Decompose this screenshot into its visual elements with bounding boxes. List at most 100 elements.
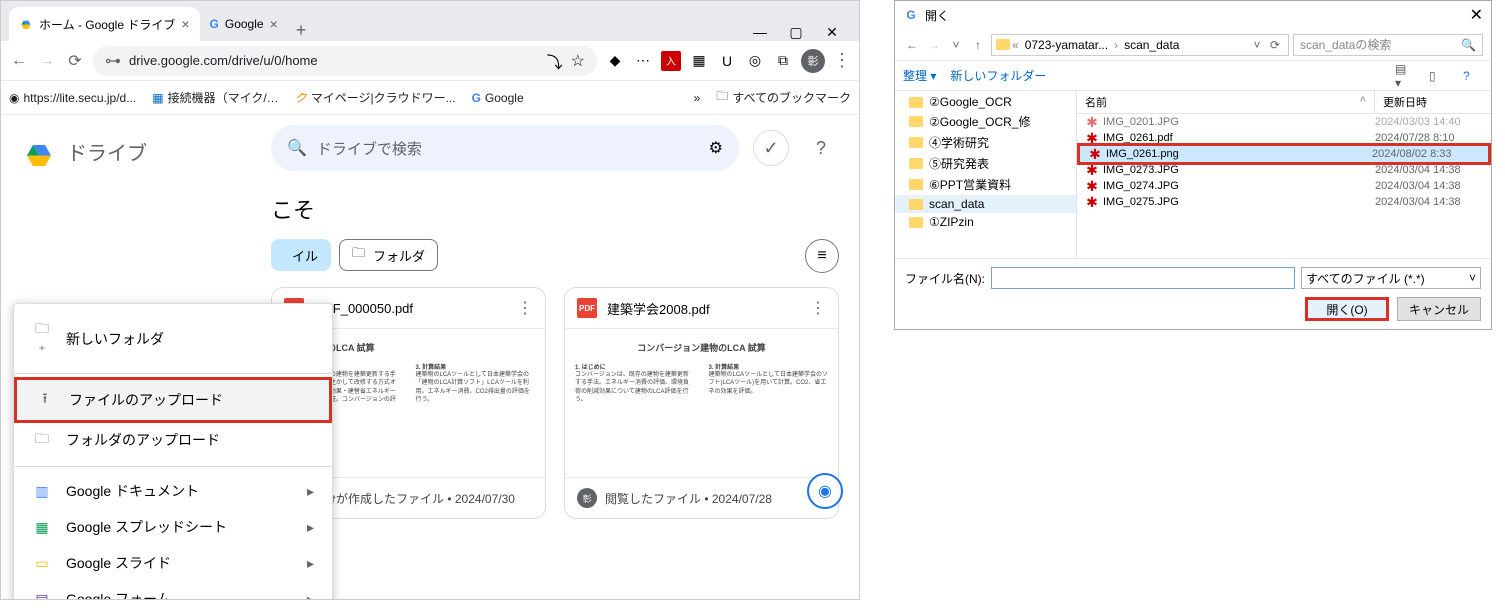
site-info-icon[interactable]: ⊶ (105, 51, 121, 71)
search-options-icon[interactable]: ⚙ (709, 138, 723, 158)
site-icon: ク (295, 89, 307, 106)
menu-folder-upload[interactable]: 🗀フォルダのアップロード (14, 420, 332, 460)
bookmark-overflow[interactable]: » (694, 91, 701, 105)
card-menu-icon[interactable]: ⋮ (810, 298, 826, 318)
bookmark-item[interactable]: ▦接続機器（マイク/… (152, 89, 278, 106)
address-bar: ← → ⟳ ⊶ drive.google.com/drive/u/0/home … (1, 41, 859, 81)
support-icon[interactable]: ? (803, 130, 839, 166)
filename-label: ファイル名(N): (905, 270, 985, 287)
file-card[interactable]: PDF 建築学会2008.pdf ⋮ コンバージョン建物のLCA 試算 1. は… (564, 287, 839, 519)
column-date[interactable]: 更新日時 (1375, 91, 1491, 113)
url-text: drive.google.com/drive/u/0/home (129, 53, 318, 68)
help-icon[interactable]: ? (1463, 69, 1483, 83)
tree-item[interactable]: ①ZIPzin (895, 213, 1076, 231)
file-row[interactable]: ✱IMG_0274.JPG2024/03/04 14:38 (1077, 178, 1491, 194)
close-tab-icon[interactable]: × (270, 16, 278, 32)
maximize-icon[interactable]: ▢ (787, 24, 805, 41)
new-folder-button[interactable]: 新しいフォルダー (950, 67, 1046, 84)
folder-tree: ②Google_OCR ②Google_OCR_修 ④学術研究 ⑤研究発表 ⑥P… (895, 91, 1077, 258)
up-icon[interactable]: ˅ (947, 38, 965, 52)
card-menu-icon[interactable]: ⋮ (517, 298, 533, 318)
chevron-right-icon: ▸ (307, 483, 314, 500)
ready-offline-icon[interactable]: ✓ (753, 130, 789, 166)
image-file-icon: ✱ (1085, 163, 1099, 177)
drive-search-input[interactable]: 🔍 ドライブで検索 ⚙ (271, 125, 739, 171)
layout-toggle-icon[interactable]: ≡ (805, 239, 839, 273)
file-row[interactable]: ✱IMG_0275.JPG2024/03/04 14:38 (1077, 194, 1491, 210)
file-row-selected[interactable]: ✱IMG_0261.png2024/08/02 8:33 (1077, 143, 1491, 165)
column-name[interactable]: 名前 ˄ (1077, 91, 1375, 113)
preview-pane-icon[interactable]: ▯ (1429, 69, 1449, 83)
cancel-button[interactable]: キャンセル (1397, 297, 1481, 321)
menu-google-docs[interactable]: ▥Google ドキュメント▸ (14, 473, 332, 509)
organize-dropdown[interactable]: 整理 ▾ (903, 67, 936, 84)
tab-drive[interactable]: ホーム - Google ドライブ × (9, 7, 200, 41)
chip-folder[interactable]: 🗀フォルダ (339, 239, 438, 271)
back-icon[interactable]: ← (903, 38, 921, 52)
folder-upload-icon: 🗀 (32, 428, 52, 452)
ext1-icon[interactable]: ◆ (605, 51, 625, 71)
filename-input[interactable] (991, 267, 1295, 289)
profile-avatar[interactable]: 彰 (801, 49, 825, 73)
file-row[interactable]: ✱IMG_0201.JPG2024/03/03 14:40 (1077, 114, 1491, 130)
menu-google-sheets[interactable]: ▦Google スプレッドシート▸ (14, 509, 332, 545)
filetype-select[interactable]: すべてのファイル (*.*)˅ (1301, 267, 1481, 289)
folder-icon (909, 179, 923, 190)
drive-logo[interactable]: ドライブ (9, 127, 243, 175)
view-mode-icon[interactable]: ▤ ▾ (1395, 62, 1415, 90)
chrome-menu-icon[interactable]: ⋮ (833, 50, 851, 71)
dialog-titlebar: G 開く ✕ (895, 1, 1491, 29)
back-icon[interactable]: ← (9, 52, 29, 70)
install-app-icon[interactable]: ⤵ (547, 49, 563, 73)
browser-tabs: ホーム - Google ドライブ × G Google × + — ▢ ✕ (1, 1, 859, 41)
url-input[interactable]: ⊶ drive.google.com/drive/u/0/home ⤵ ☆ (93, 46, 597, 76)
dialog-title: 開く (925, 7, 949, 24)
menu-google-slides[interactable]: ▭Google スライド▸ (14, 545, 332, 581)
chrome-window: ホーム - Google ドライブ × G Google × + — ▢ ✕ ←… (0, 0, 860, 600)
menu-file-upload[interactable]: ⭱ファイルのアップロード (14, 377, 332, 423)
bookmark-item[interactable]: クマイページ|クラウドワー... (295, 89, 456, 106)
menu-google-forms[interactable]: ▤Google フォーム▸ (14, 581, 332, 599)
all-bookmarks[interactable]: 🗀すべてのブックマーク (716, 87, 851, 108)
up-folder-icon[interactable]: ↑ (969, 38, 987, 52)
tree-item[interactable]: ②Google_OCR (895, 93, 1076, 111)
ext7-icon[interactable]: ⧉ (773, 51, 793, 71)
tree-item[interactable]: ⑤研究発表 (895, 153, 1076, 174)
bookmark-item[interactable]: ◉https://lite.secu.jp/d... (9, 91, 136, 105)
minimize-icon[interactable]: — (751, 24, 769, 41)
tree-item[interactable]: ②Google_OCR_修 (895, 111, 1076, 132)
close-tab-icon[interactable]: × (181, 16, 189, 32)
bookmarks-bar: ◉https://lite.secu.jp/d... ▦接続機器（マイク/… ク… (1, 81, 859, 115)
tree-item[interactable]: ⑥PPT営業資料 (895, 174, 1076, 195)
bookmark-star-icon[interactable]: ☆ (571, 51, 585, 71)
tree-item[interactable]: ④学術研究 (895, 132, 1076, 153)
ext4-icon[interactable]: ▦ (689, 51, 709, 71)
forward-icon[interactable]: → (925, 38, 943, 52)
open-button[interactable]: 開く(O) (1305, 297, 1389, 321)
pdf-preview: コンバージョン建物のLCA 試算 1. はじめに コンバージョンは、既存の建物を… (565, 328, 838, 478)
ext2-icon[interactable]: ⋯ (633, 51, 653, 71)
dialog-footer: ファイル名(N): すべてのファイル (*.*)˅ 開く(O) キャンセル (895, 258, 1491, 329)
chip-file[interactable]: イル (271, 239, 331, 271)
tree-item-selected[interactable]: scan_data (895, 195, 1076, 213)
chevron-down-icon[interactable]: ˅ (1248, 38, 1266, 52)
refresh-icon[interactable]: ⟳ (1266, 38, 1284, 52)
reload-icon[interactable]: ⟳ (65, 51, 85, 71)
ai-assistant-fab[interactable]: ◉ (807, 473, 843, 509)
docs-icon: ▥ (32, 483, 52, 500)
drive-favicon-icon (19, 16, 33, 33)
bookmark-item[interactable]: GGoogle (472, 91, 524, 105)
ext5-icon[interactable]: U (717, 51, 737, 71)
new-tab-button[interactable]: + (288, 20, 315, 41)
close-window-icon[interactable]: ✕ (823, 24, 841, 41)
ext3-icon[interactable]: 入 (661, 51, 681, 71)
folder-icon: 🗀 (716, 87, 728, 108)
menu-new-folder[interactable]: 🗀⁺新しいフォルダ (14, 310, 332, 367)
forward-icon[interactable]: → (37, 52, 57, 70)
tab-google[interactable]: G Google × (200, 7, 288, 41)
owner-avatar-icon: 彰 (577, 488, 597, 508)
close-dialog-icon[interactable]: ✕ (1470, 5, 1483, 25)
breadcrumb[interactable]: « 0723-yamatar... › scan_data ˅ ⟳ (991, 34, 1289, 56)
ext6-icon[interactable]: ◎ (745, 51, 765, 71)
dialog-search-input[interactable]: scan_dataの検索 🔍 (1293, 34, 1483, 56)
